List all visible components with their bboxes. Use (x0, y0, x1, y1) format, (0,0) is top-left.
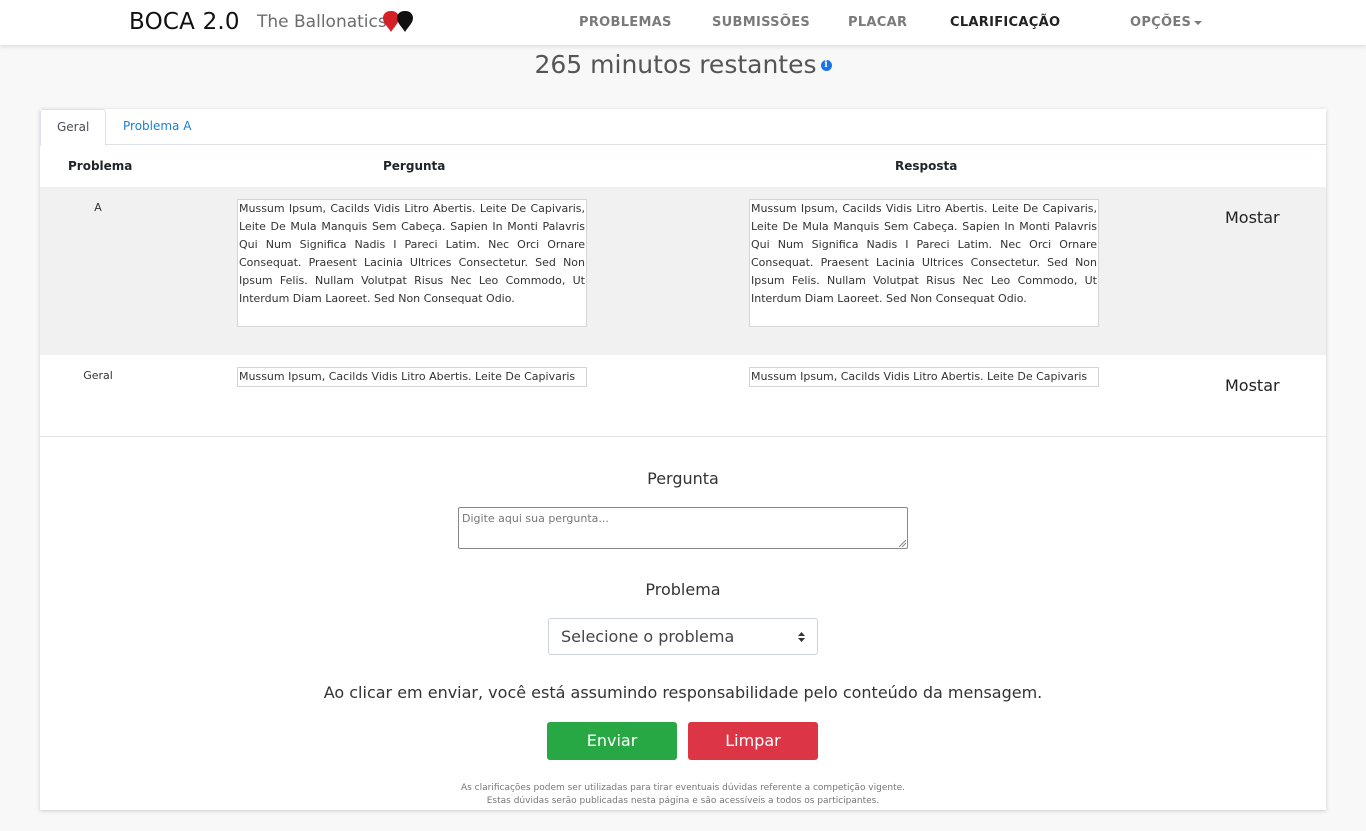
problem-select-value: Selecione o problema (561, 627, 735, 646)
clear-button[interactable]: Limpar (688, 722, 818, 760)
row-question: Mussum Ipsum, Cacilds Vidis Litro Aberti… (237, 367, 587, 387)
tab-bar: Geral Problema A (40, 109, 1326, 146)
tab-problema-a[interactable]: Problema A (107, 109, 207, 145)
top-navbar: BOCA 2.0 The Ballonatics PROBLEMAS SUBMI… (0, 0, 1366, 45)
row-problem: Geral (83, 369, 113, 382)
problem-select[interactable]: Selecione o problema (548, 618, 818, 655)
question-label: Pergunta (647, 469, 719, 488)
team-name: The Ballonatics (257, 12, 387, 32)
show-button[interactable]: Mostar (1225, 376, 1280, 395)
app-brand[interactable]: BOCA 2.0 (129, 9, 240, 35)
row-question: Mussum Ipsum, Cacilds Vidis Litro Aberti… (237, 199, 587, 327)
resize-grip-icon[interactable] (898, 539, 906, 547)
row-answer: Mussum Ipsum, Cacilds Vidis Litro Aberti… (749, 367, 1099, 387)
nav-placar[interactable]: PLACAR (848, 15, 907, 30)
row-problem: A (94, 201, 102, 214)
column-header-question: Pergunta (383, 159, 446, 173)
select-arrows-icon (798, 632, 805, 642)
nav-opcoes-dropdown[interactable]: OPÇÕES (1130, 15, 1203, 30)
caret-down-icon (1194, 20, 1203, 25)
column-header-answer: Resposta (895, 159, 958, 173)
nav-submissoes[interactable]: SUBMISSÕES (712, 15, 810, 30)
responsibility-notice: Ao clicar em enviar, você está assumindo… (323, 683, 1043, 702)
footnote-line-1: As clarificações podem ser utilizadas pa… (460, 783, 906, 793)
table-row: Geral Mussum Ipsum, Cacilds Vidis Litro … (40, 355, 1326, 436)
tab-geral[interactable]: Geral (40, 109, 107, 146)
row-answer: Mussum Ipsum, Cacilds Vidis Litro Aberti… (749, 199, 1099, 327)
balloons-icon (383, 11, 413, 32)
question-textarea[interactable]: Digite aqui sua pergunta... (458, 507, 908, 549)
question-form: Pergunta Digite aqui sua pergunta... Pro… (40, 436, 1326, 810)
nav-problemas[interactable]: PROBLEMAS (579, 15, 672, 30)
problem-label: Problema (645, 580, 721, 599)
time-remaining: 265 minutos restantes i (0, 50, 1366, 79)
nav-clarificacao[interactable]: CLARIFICAÇÃO (950, 15, 1060, 30)
info-icon[interactable]: i (820, 60, 832, 71)
show-button[interactable]: Mostar (1225, 208, 1280, 227)
footnote-line-2: Estas dúvidas serão publicadas nesta pág… (486, 796, 880, 806)
column-header-problem: Problema (68, 159, 133, 173)
question-placeholder: Digite aqui sua pergunta... (462, 512, 609, 525)
send-button[interactable]: Enviar (547, 722, 677, 760)
clarification-card: Geral Problema A Problema Pergunta Respo… (40, 109, 1326, 810)
nav-opcoes-label: OPÇÕES (1130, 15, 1192, 30)
time-remaining-text: 265 minutos restantes (534, 50, 817, 79)
table-row: A Mussum Ipsum, Cacilds Vidis Litro Aber… (40, 187, 1326, 355)
